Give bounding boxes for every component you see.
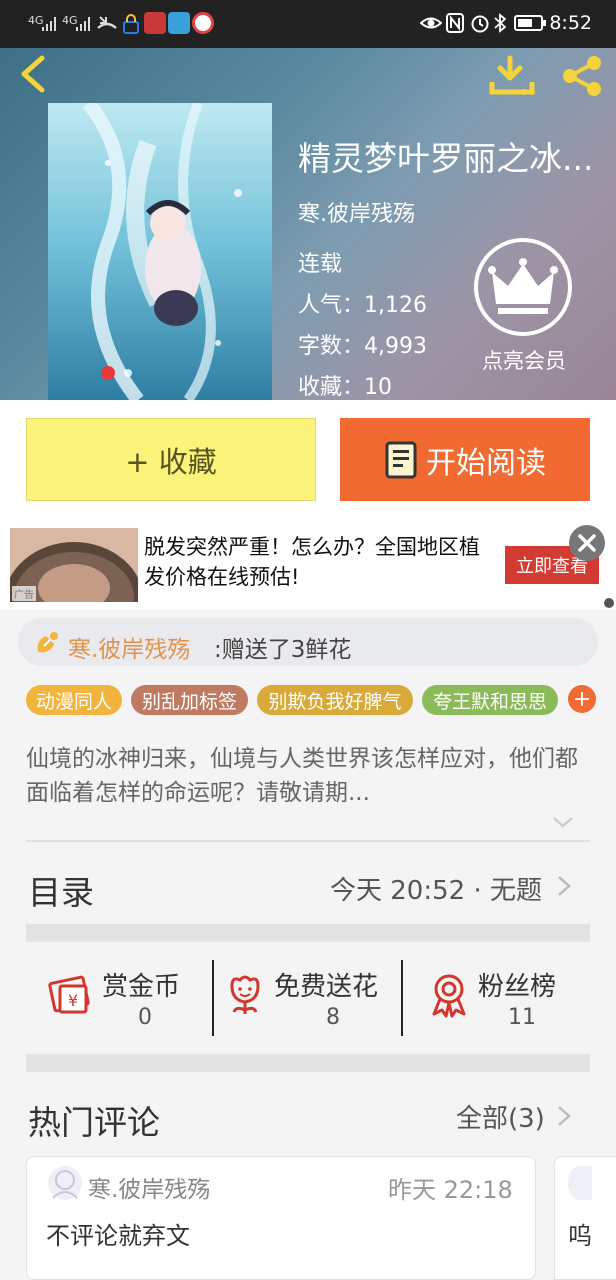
tag-more-button[interactable]: + [568,685,596,713]
app-notification-icon [144,12,166,34]
vip-label[interactable]: 点亮会员 [476,345,572,375]
vip-button[interactable] [474,238,572,336]
tag-item[interactable]: 别乱加标签 [131,685,248,715]
comment-time: 昨天 22:18 [388,1176,513,1204]
book-popularity: 人气：1,126 [298,293,427,318]
stat-value-fans: 11 [508,1005,536,1030]
nfc-icon [446,13,464,33]
divider [401,960,403,1036]
back-button[interactable] [14,52,54,96]
gift-sender[interactable]: 寒.彼岸残殇 [68,630,190,664]
tag-item[interactable]: 别欺负我好脾气 [257,685,413,715]
missed-call-icon [96,14,118,34]
stat-label-flowers[interactable]: 免费送花 [274,966,378,1003]
book-cover[interactable] [48,103,272,400]
book-author[interactable]: 寒.彼岸残殇 [298,196,415,228]
flower-icon[interactable] [224,972,266,1018]
book-title: 精灵梦叶罗丽之冰... [298,139,594,178]
stat-value-coins: 0 [138,1005,152,1030]
stat-value-flowers: 8 [326,1005,340,1030]
fan-ranking-medal-icon[interactable] [428,972,470,1018]
signal-bars-icon-2 [76,16,90,31]
battery-icon [514,15,546,31]
stat-label-fans[interactable]: 粉丝榜 [478,966,556,1003]
eye-icon [419,14,443,32]
start-reading-button[interactable]: 开始阅读 [340,418,590,501]
status-bar: 4G 4G 8:52 [0,0,616,48]
divider [26,840,590,842]
book-favorites: 收藏：10 [298,375,392,400]
section-separator [26,1054,590,1072]
divider [212,960,214,1036]
flower-gift-icon [34,630,60,656]
toc-latest-chapter[interactable]: 今天 20:52 · 无题 [330,870,542,907]
book-word-count: 字数：4,993 [298,334,427,359]
book-description[interactable]: 仙境的冰神归来，仙境与人类世界该怎样应对，他们都面临着怎样的命运呢？请敬请期..… [26,742,586,810]
ad-info-icon[interactable] [604,598,614,608]
download-button[interactable] [488,54,538,100]
collect-label: + 收藏 [125,444,217,479]
close-icon [578,534,596,552]
toc-title[interactable]: 目录 [28,866,94,914]
clock: 8:52 [549,12,592,34]
stat-label-coins[interactable]: 赏金币 [102,966,180,1003]
chevron-down-icon [553,817,573,828]
expand-description-button[interactable] [552,814,574,828]
book-status: 连载 [298,252,343,277]
share-button[interactable] [558,54,608,100]
chevron-right-icon[interactable] [556,1104,572,1128]
comments-title: 热门评论 [28,1103,160,1142]
tag-item[interactable]: 夸王默和思思 [422,685,558,715]
collect-button[interactable]: + 收藏 [26,418,316,501]
avatar[interactable] [48,1166,82,1200]
download-icon [489,55,535,95]
gold-coin-envelope-icon[interactable]: ¥ [48,972,94,1018]
comment-user[interactable]: 寒.彼岸残殇 [88,1170,210,1204]
svg-text:¥: ¥ [68,991,78,1010]
alarm-icon [470,13,490,33]
bluetooth-icon [494,13,507,33]
tag-item[interactable]: 动漫同人 [26,685,122,715]
gift-text: :赠送了3鲜花 [214,637,352,663]
chevron-right-icon[interactable] [556,874,572,898]
chevron-left-icon [21,55,45,93]
ad-close-button[interactable] [569,525,605,561]
signal-bars-icon [42,16,56,31]
ad-text[interactable]: 脱发突然严重！怎么办？全国地区植发价格在线预估! [144,532,484,592]
app-notification-icon-2 [168,12,190,34]
app-notification-icon-3 [192,12,214,34]
comment-text: 呜 [568,1222,592,1250]
comment-text: 不评论就弃文 [46,1222,190,1250]
avatar[interactable] [568,1166,592,1200]
crown-icon [488,258,558,314]
book-icon [385,441,417,478]
section-separator [26,924,590,942]
lock-icon [122,13,140,35]
start-reading-label: 开始阅读 [426,445,546,481]
all-comments-link[interactable]: 全部(3) [456,1098,545,1135]
ad-badge: 广告 [12,586,36,601]
share-icon [563,56,601,96]
